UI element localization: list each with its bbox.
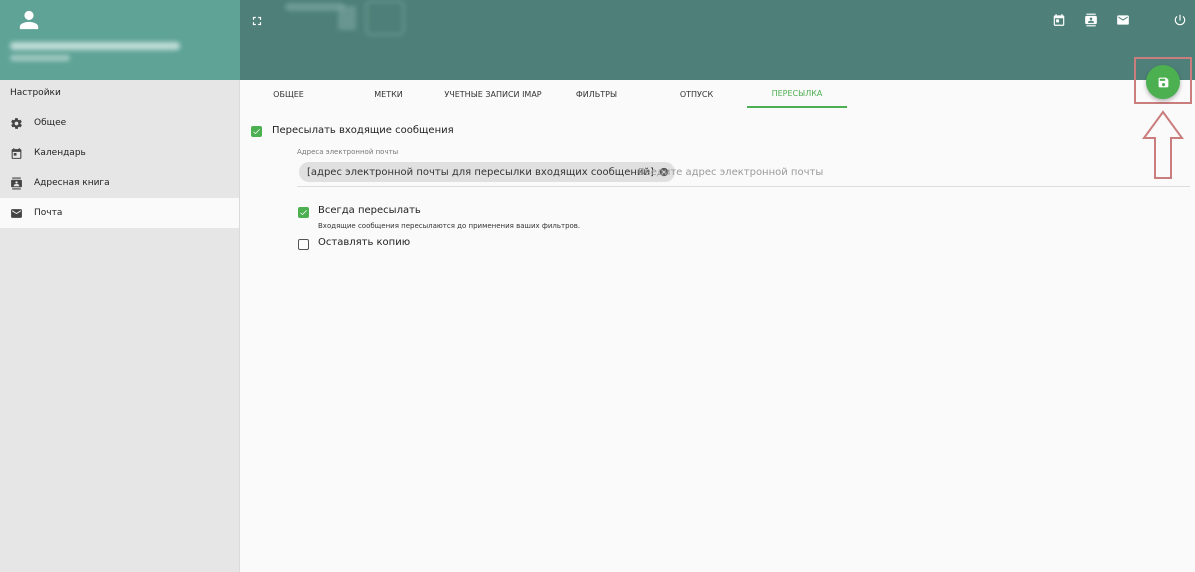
user-profile-header bbox=[0, 0, 240, 80]
contacts-icon[interactable] bbox=[1084, 12, 1098, 27]
sidebar-title: Настройки bbox=[10, 88, 61, 98]
tab-labels[interactable]: Метки bbox=[340, 80, 437, 108]
always-forward-label: Всегда пересылать bbox=[318, 205, 421, 216]
always-forward-checkbox[interactable] bbox=[298, 207, 309, 218]
sidebar-item-label: Адресная книга bbox=[34, 178, 110, 188]
blurred-widget bbox=[285, 3, 345, 11]
user-email-blurred bbox=[10, 55, 70, 61]
tab-imap-accounts[interactable]: Учетные записи IMAP bbox=[442, 80, 544, 108]
fullscreen-icon[interactable] bbox=[250, 13, 264, 27]
save-icon bbox=[1158, 77, 1168, 87]
contacts-icon bbox=[11, 177, 22, 189]
user-name-blurred bbox=[10, 42, 180, 50]
gear-icon bbox=[11, 117, 22, 129]
tab-vacation[interactable]: Отпуск bbox=[648, 80, 745, 108]
power-icon[interactable] bbox=[1173, 12, 1187, 26]
calendar-icon bbox=[11, 147, 22, 159]
sidebar-item-address-book[interactable]: Адресная книга bbox=[0, 168, 239, 198]
blurred-widget bbox=[338, 6, 356, 30]
address-field-label: Адреса электронной почты bbox=[297, 148, 399, 156]
mail-icon bbox=[11, 208, 22, 218]
check-icon bbox=[300, 210, 307, 216]
tab-general[interactable]: Общее bbox=[240, 80, 337, 108]
save-button[interactable] bbox=[1146, 65, 1180, 99]
blurred-widget bbox=[365, 0, 405, 36]
sidebar-item-label: Общее bbox=[34, 118, 67, 128]
mail-icon[interactable] bbox=[1116, 12, 1130, 26]
forward-enable-checkbox[interactable] bbox=[251, 126, 262, 137]
top-app-bar bbox=[240, 0, 1195, 80]
calendar-icon[interactable] bbox=[1052, 12, 1066, 26]
sidebar-item-label: Почта bbox=[34, 208, 63, 218]
email-chip[interactable]: [адрес электронной почты для пересылки в… bbox=[299, 162, 675, 182]
keep-copy-checkbox[interactable] bbox=[298, 239, 309, 250]
tab-filters[interactable]: Фильтры bbox=[548, 80, 645, 108]
email-field-underline bbox=[297, 186, 1190, 187]
check-icon bbox=[253, 129, 260, 135]
sidebar-item-calendar[interactable]: Календарь bbox=[0, 138, 239, 168]
sidebar-item-label: Календарь bbox=[34, 148, 86, 158]
sidebar-item-mail[interactable]: Почта bbox=[0, 198, 239, 228]
sidebar-item-general[interactable]: Общее bbox=[0, 108, 239, 138]
settings-sidebar: Настройки Общее Календарь Адресная книга… bbox=[0, 80, 240, 572]
email-chip-text: [адрес электронной почты для пересылки в… bbox=[307, 166, 654, 178]
forward-enable-label: Пересылать входящие сообщения bbox=[272, 125, 454, 136]
always-forward-hint: Входящие сообщения пересылаются до приме… bbox=[318, 222, 581, 230]
annotation-up-arrow bbox=[1142, 110, 1184, 179]
email-input[interactable] bbox=[638, 164, 938, 180]
tab-forwarding[interactable]: Пересылка bbox=[747, 80, 847, 108]
user-avatar-icon[interactable] bbox=[18, 9, 40, 31]
settings-tabs: Общее Метки Учетные записи IMAP Фильтры … bbox=[240, 80, 1120, 108]
keep-copy-label: Оставлять копию bbox=[318, 237, 411, 248]
